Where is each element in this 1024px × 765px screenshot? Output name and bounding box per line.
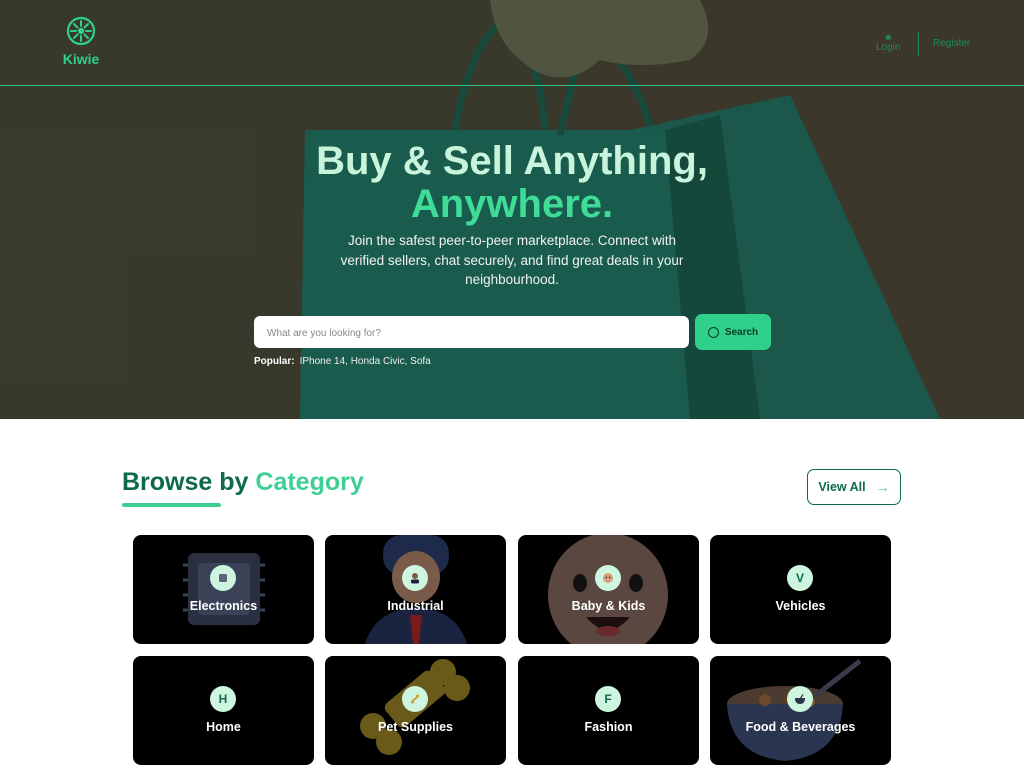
- chip-icon: [210, 565, 236, 591]
- category-label: Baby & Kids: [571, 599, 646, 613]
- search-button-label: Search: [724, 326, 759, 338]
- logo[interactable]: Kiwie: [60, 16, 102, 67]
- bone-icon: [402, 686, 428, 712]
- popular-searches: Popular: IPhone 14, Honda Civic, Sofa: [254, 356, 431, 367]
- home-letter-icon: H: [210, 686, 236, 712]
- category-card-vehicles[interactable]: V Vehicles: [710, 535, 891, 644]
- search-box[interactable]: [254, 316, 689, 350]
- title-underline: [122, 503, 221, 507]
- hero-section: Kiwie ☻ Login Register Buy & Sell Anythi…: [0, 0, 1024, 419]
- category-label: Industrial: [387, 599, 444, 613]
- section-title-part2: Category: [255, 468, 364, 496]
- category-card-fashion[interactable]: F Fashion: [518, 656, 699, 765]
- category-label: Fashion: [584, 720, 633, 734]
- fashion-letter-icon: F: [595, 686, 621, 712]
- search-button[interactable]: Search: [695, 314, 771, 350]
- kiwi-logo-icon: [66, 16, 96, 46]
- logo-wordmark: Kiwie: [62, 51, 100, 67]
- nav-divider: [918, 32, 919, 56]
- login-link[interactable]: ☻ Login: [876, 32, 900, 53]
- category-card-baby-kids[interactable]: Baby & Kids: [518, 535, 699, 644]
- category-label: Vehicles: [775, 599, 826, 613]
- category-card-home[interactable]: H Home: [133, 656, 314, 765]
- baby-icon: [595, 565, 621, 591]
- vehicles-letter-icon: V: [787, 565, 813, 591]
- popular-items[interactable]: IPhone 14, Honda Civic, Sofa: [300, 356, 431, 367]
- category-label: Food & Beverages: [745, 720, 856, 734]
- hero-headline: Buy & Sell Anything, Anywhere.: [0, 140, 1024, 226]
- top-navbar: [0, 0, 1024, 86]
- category-card-industrial[interactable]: Industrial: [325, 535, 506, 644]
- view-all-button[interactable]: View All →: [807, 469, 901, 505]
- headline-line1: Buy & Sell Anything,: [316, 139, 708, 183]
- view-all-label: View All: [818, 480, 866, 494]
- hero-subtitle: Join the safest peer-to-peer marketplace…: [340, 233, 684, 287]
- login-label: Login: [876, 42, 901, 53]
- search-icon: [707, 326, 719, 338]
- popular-label: Popular:: [254, 356, 295, 367]
- arrow-right-icon: →: [875, 479, 890, 495]
- register-link[interactable]: Register: [933, 38, 970, 49]
- category-label: Electronics: [189, 599, 258, 613]
- user-icon: ☻: [883, 32, 893, 42]
- category-card-pet-supplies[interactable]: Pet Supplies: [325, 656, 506, 765]
- worker-icon: [402, 565, 428, 591]
- category-label: Pet Supplies: [377, 720, 454, 734]
- section-title: Browse by Category: [122, 468, 364, 497]
- section-title-part1: Browse by: [122, 468, 249, 496]
- category-card-food-beverages[interactable]: Food & Beverages: [710, 656, 891, 765]
- headline-line2: Anywhere.: [410, 182, 614, 226]
- category-card-electronics[interactable]: Electronics: [133, 535, 314, 644]
- bowl-icon: [787, 686, 813, 712]
- category-label: Home: [206, 720, 241, 734]
- search-input[interactable]: [265, 316, 682, 350]
